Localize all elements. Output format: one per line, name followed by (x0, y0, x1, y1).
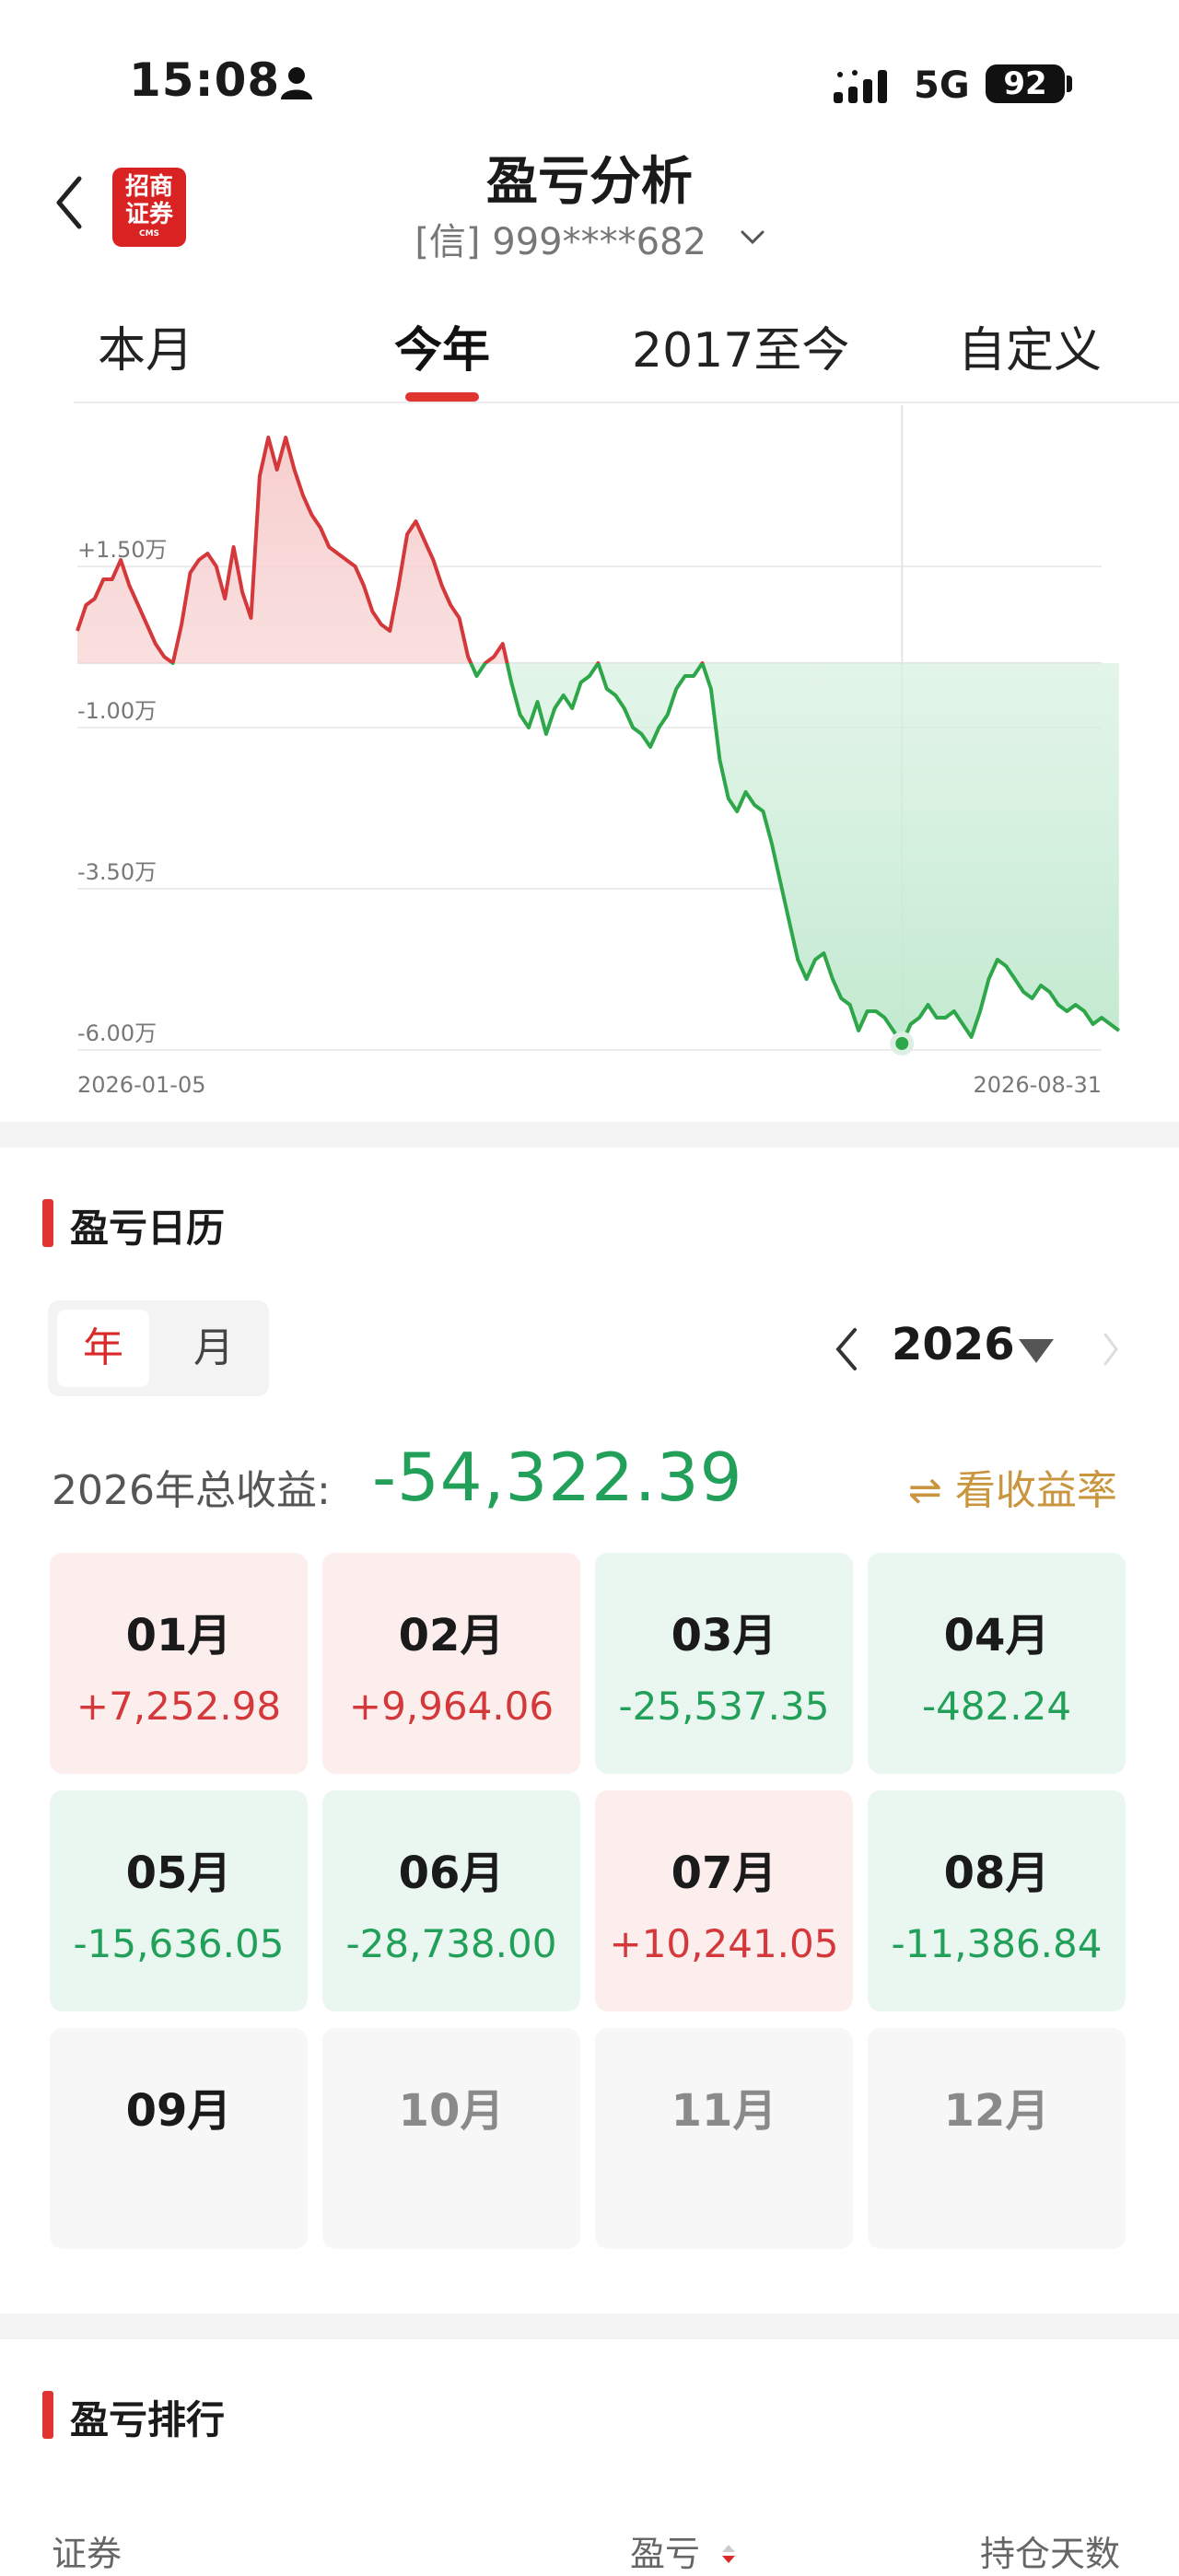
toggle-year[interactable]: 年 (57, 1310, 149, 1387)
month-cell[interactable]: 04月 -482.24 (868, 1553, 1126, 1774)
month-label: 09月 (125, 2085, 232, 2137)
tab-this-year[interactable]: 今年 (394, 311, 490, 380)
month-cell[interactable]: 11月 (595, 2028, 853, 2249)
account-selector[interactable]: [信] 999****682 (0, 212, 1179, 265)
month-label: 07月 (671, 1847, 777, 1899)
sort-icon (722, 2545, 736, 2563)
month-label: 03月 (671, 1610, 777, 1661)
person-icon (281, 67, 312, 99)
chevron-right-icon[interactable] (1102, 1332, 1120, 1367)
section-accent-bar (42, 1199, 53, 1247)
month-label: 02月 (398, 1610, 505, 1661)
month-pnl-value: -28,738.00 (345, 1921, 557, 1966)
month-label: 05月 (125, 1847, 232, 1899)
year-value[interactable]: 2026 (892, 1319, 1015, 1370)
month-pnl-value: -482.24 (921, 1684, 1072, 1729)
month-cell[interactable]: 07月 +10,241.05 (595, 1790, 853, 2011)
month-label: 11月 (671, 2085, 777, 2137)
column-pnl-label: 盈亏 (630, 2534, 701, 2574)
battery-indicator: 92 (986, 64, 1065, 103)
month-cell[interactable]: 05月 -15,636.05 (50, 1790, 308, 2011)
tab-since-2017[interactable]: 2017至今 (632, 311, 849, 380)
month-pnl-value: -11,386.84 (891, 1921, 1103, 1966)
section-divider (0, 2314, 1179, 2339)
account-number: [信] 999****682 (414, 221, 706, 263)
month-label: 06月 (398, 1847, 505, 1899)
month-pnl-value: -15,636.05 (73, 1921, 285, 1966)
column-holding-days[interactable]: 持仓天数 (980, 2525, 1120, 2576)
total-return-value: -54,322.39 (372, 1439, 743, 1516)
month-cell[interactable]: 03月 -25,537.35 (595, 1553, 853, 1774)
page-title: 盈亏分析 (486, 152, 693, 212)
month-cell[interactable]: 12月 (868, 2028, 1126, 2249)
status-time: 15:08 (129, 53, 281, 107)
chevron-left-icon[interactable] (833, 1326, 860, 1372)
month-cell[interactable]: 06月 -28,738.00 (322, 1790, 580, 2011)
calendar-section-title: 盈亏日历 (70, 1206, 226, 1251)
x-end-label: 2026-08-31 (974, 1072, 1102, 1098)
view-return-rate-link[interactable]: ⇌ 看收益率 (908, 1457, 1117, 1516)
y-tick-label: -1.00万 (77, 698, 157, 724)
x-start-label: 2026-01-05 (77, 1072, 205, 1098)
y-tick-label: -6.00万 (77, 1020, 157, 1046)
month-label: 10月 (398, 2085, 505, 2137)
month-pnl-value: +9,964.06 (348, 1684, 554, 1729)
month-cell[interactable]: 02月 +9,964.06 (322, 1553, 580, 1774)
pnl-chart[interactable]: +1.50万 -1.00万 -3.50万 -6.00万 2026-01-05 2026-0… (0, 405, 1179, 1105)
month-label: 04月 (943, 1610, 1050, 1661)
month-pnl-value: +10,241.05 (609, 1921, 839, 1966)
y-tick-label: +1.50万 (77, 537, 168, 563)
active-tab-indicator (405, 392, 479, 402)
signal-icon (834, 70, 887, 103)
month-label: 12月 (943, 2085, 1050, 2137)
caret-down-icon[interactable] (1019, 1339, 1054, 1363)
month-label: 01月 (125, 1610, 232, 1661)
tab-custom[interactable]: 自定义 (958, 311, 1102, 380)
tab-divider (74, 402, 1179, 403)
y-tick-label: -3.50万 (77, 859, 157, 885)
section-divider (0, 1122, 1179, 1148)
loss-area (77, 663, 1119, 1043)
battery-tip (1067, 76, 1072, 92)
toggle-month[interactable]: 月 (168, 1310, 260, 1387)
tab-this-month[interactable]: 本月 (98, 311, 193, 380)
marker-point (895, 1037, 909, 1050)
network-type: 5G (914, 64, 970, 107)
month-cell[interactable]: 01月 +7,252.98 (50, 1553, 308, 1774)
column-pnl[interactable]: 盈亏 (630, 2525, 739, 2576)
month-cell[interactable]: 10月 (322, 2028, 580, 2249)
total-return-label: 2026年总收益: (52, 1467, 331, 1514)
month-cell[interactable]: 08月 -11,386.84 (868, 1790, 1126, 2011)
section-accent-bar (42, 2391, 53, 2439)
month-cell[interactable]: 09月 (50, 2028, 308, 2249)
month-label: 08月 (943, 1847, 1050, 1899)
month-pnl-value: -25,537.35 (618, 1684, 830, 1729)
month-pnl-value: +7,252.98 (76, 1684, 282, 1729)
chevron-down-icon (741, 230, 765, 245)
column-security[interactable]: 证券 (52, 2525, 122, 2576)
ranking-section-title: 盈亏排行 (70, 2397, 226, 2442)
